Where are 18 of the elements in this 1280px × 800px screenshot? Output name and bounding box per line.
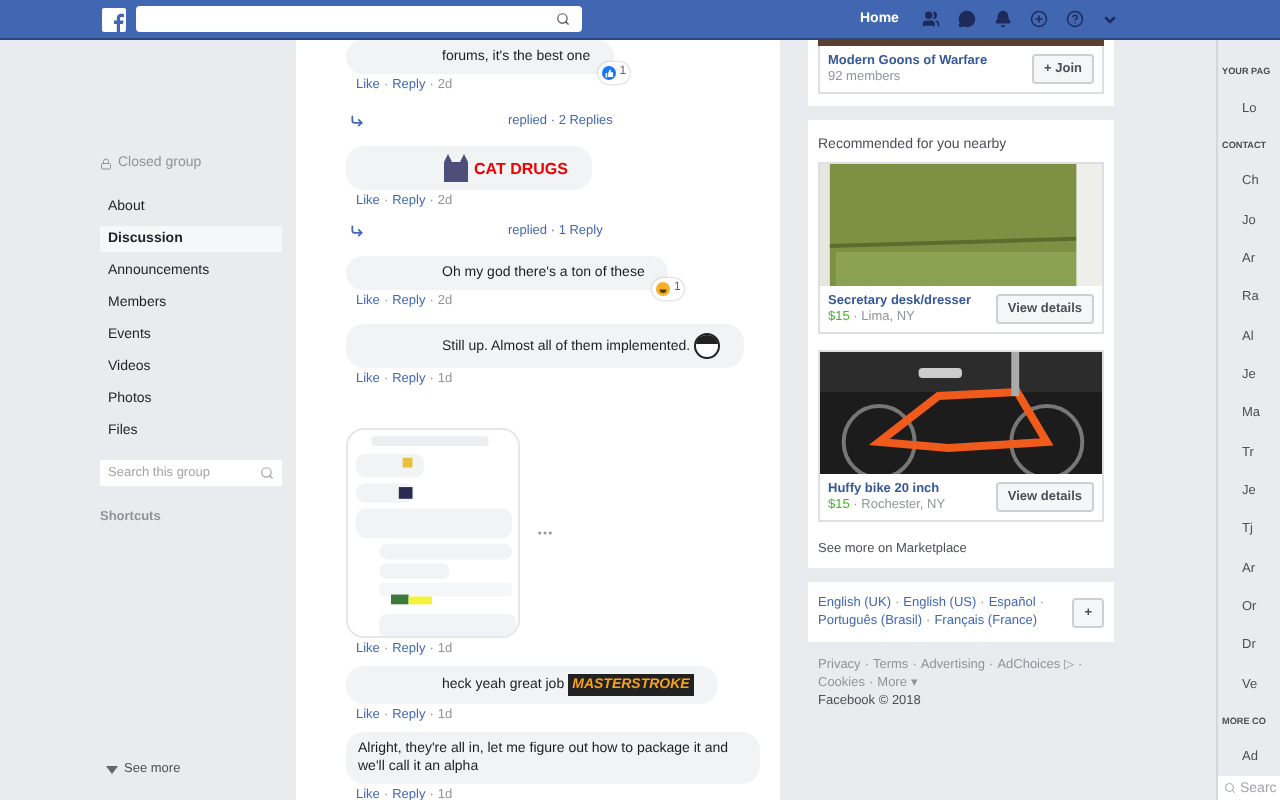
cat-icon — [442, 154, 472, 182]
messenger-icon[interactable] — [958, 10, 977, 28]
search-field[interactable] — [136, 6, 582, 32]
friends-icon[interactable] — [922, 10, 941, 28]
search-icon[interactable] — [556, 12, 570, 26]
like-reaction-icon — [601, 66, 616, 80]
reply-arrow-icon — [350, 114, 364, 128]
logo-icon[interactable] — [102, 7, 126, 31]
laugh-reaction-icon — [656, 282, 670, 296]
dropdown-icon[interactable] — [1102, 11, 1119, 27]
search-icon — [1224, 782, 1236, 795]
reply-arrow-icon — [350, 224, 364, 238]
caret-icon — [106, 765, 118, 773]
sticker-text: CAT DRUGS — [474, 159, 568, 177]
create-icon[interactable] — [1030, 10, 1049, 28]
notifications-icon[interactable] — [994, 10, 1013, 28]
lock-icon — [100, 157, 112, 169]
help-icon[interactable] — [1066, 10, 1085, 28]
